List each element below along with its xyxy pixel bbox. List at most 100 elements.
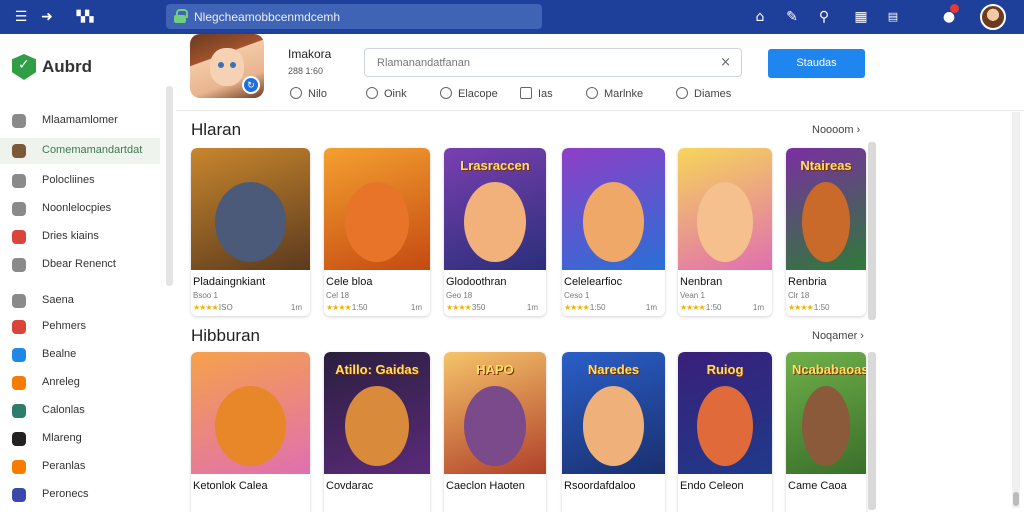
sidebar-item[interactable]: Peranlas [0, 454, 160, 480]
scrollbar-thumb[interactable] [1013, 492, 1019, 506]
game-name: Covdarac [326, 480, 374, 492]
sidebar-item-label: Dbear Renenct [42, 258, 116, 270]
sidebar-item[interactable]: Noonlelocpies [0, 196, 160, 222]
see-more-link[interactable]: Noqamer › [812, 330, 864, 342]
game-thumbnail [562, 148, 665, 270]
game-name: Renbria [788, 276, 827, 288]
game-card[interactable]: Ncababaoas Came Caoa [786, 352, 866, 512]
game-thumbnail: Atillo: Gaidas [324, 352, 430, 474]
game-card[interactable]: HAPO Caeclon Haoten [444, 352, 546, 512]
chat-icon[interactable]: ▤ [884, 8, 902, 26]
game-thumbnail: Lrasraccen [444, 148, 546, 270]
address-url: Nlegcheamobbcenmdcemh [194, 10, 341, 24]
game-card[interactable]: Ntaireas Renbria Clr 18 ★★★★ 1:50 [786, 148, 866, 316]
search-input[interactable]: Rlamanandatfanan × [364, 48, 742, 77]
tab-icon [586, 87, 598, 99]
row-scrollbar[interactable] [868, 142, 876, 320]
character-art [214, 386, 287, 466]
app-icon[interactable]: ↻ [190, 34, 264, 98]
character-art [464, 182, 526, 262]
chevron-right-icon: › [853, 124, 861, 136]
sidebar-item-label: Bealne [42, 348, 77, 360]
character-art [802, 182, 850, 262]
primary-button[interactable]: Staudas [768, 49, 865, 78]
game-name: Nenbran [680, 276, 723, 288]
user-avatar[interactable] [980, 4, 1006, 30]
sidebar-item[interactable]: Calonlas [0, 398, 160, 424]
sidebar-item[interactable]: Mlareng [0, 426, 160, 452]
sidebar-scrollbar[interactable] [166, 86, 173, 286]
sidebar-item[interactable]: Polocliines [0, 168, 160, 194]
star-icon: ★★★★ [788, 303, 814, 312]
sidebar-item-icon [12, 432, 26, 446]
game-card[interactable]: Naredes Rsoordafdaloo [562, 352, 665, 512]
sidebar-item[interactable]: Pehmers [0, 314, 160, 340]
character-art [696, 182, 754, 262]
game-name: Cele bloa [326, 276, 373, 288]
game-size: 1m [526, 303, 538, 312]
game-art-title: Ntaireas [800, 158, 852, 173]
game-rating: ★★★★ 1:50 [680, 303, 722, 312]
tab[interactable]: Elacope [440, 87, 498, 103]
tab[interactable]: Ias [520, 87, 553, 103]
sidebar-item-label: Pehmers [42, 320, 87, 332]
game-card[interactable]: Atillo: Gaidas Covdarac [324, 352, 430, 512]
game-card[interactable]: Ketonlok Calea [191, 352, 310, 512]
sidebar-item[interactable]: Peronecs [0, 482, 160, 508]
game-art-title: Lrasraccen [460, 158, 530, 173]
tab[interactable]: Nilo [290, 87, 327, 103]
game-name: Rsoordafdaloo [564, 480, 636, 492]
game-thumbnail: Ncababaoas [786, 352, 866, 474]
character-art [582, 182, 645, 262]
game-card[interactable]: Ruiog Endo Celeon [678, 352, 772, 512]
sidebar-item[interactable]: Anreleg [0, 370, 160, 396]
game-thumbnail [191, 148, 310, 270]
edit-icon[interactable]: ✎ [783, 8, 801, 26]
sidebar-item[interactable]: Dbear Renenct [0, 252, 160, 278]
rating-value: 1:50 [589, 303, 606, 312]
table-icon[interactable]: ▦ [852, 8, 870, 26]
game-card[interactable]: Celelearfioc Ceso 1 ★★★★ 1:50 1m [562, 148, 665, 316]
game-name: Endo Celeon [680, 480, 744, 492]
logo-icon [12, 54, 36, 80]
game-size: 1m [290, 303, 302, 312]
tab[interactable]: Oink [366, 87, 407, 103]
sidebar-item[interactable]: Mlaamamlomer [0, 108, 160, 134]
sidebar-item-icon [12, 202, 26, 216]
game-meta: Geo 18 [446, 291, 473, 300]
sidebar-item-icon [12, 348, 26, 362]
sidebar-item-icon [12, 488, 26, 502]
main-scrollbar[interactable] [1012, 112, 1020, 508]
sidebar-item[interactable]: Comemamandartdat [0, 138, 160, 164]
app-subtitle: 288 1:60 [288, 66, 324, 76]
character-art [345, 386, 409, 466]
sidebar-item[interactable]: Saena [0, 288, 160, 314]
see-more-label: Noqamer [812, 330, 858, 342]
menu-icon[interactable]: ☰ [12, 8, 30, 26]
grid-icon[interactable]: ▚▚ [74, 8, 96, 26]
tab[interactable]: Diames [676, 87, 731, 103]
sidebar-item[interactable]: Dries kiains [0, 224, 160, 250]
sidebar-item-label: Peranlas [42, 460, 86, 472]
game-card[interactable]: Cele bloa Cel 18 ★★★★ 1:50 1m [324, 148, 430, 316]
search-icon[interactable]: ⚲ [815, 8, 833, 26]
game-card[interactable]: Pladaingnkiant Bsoo 1 ★★★★ ISO 1m [191, 148, 310, 316]
game-meta: Vean 1 [680, 291, 705, 300]
see-more-link[interactable]: Noooom › [812, 124, 860, 136]
sidebar-item-label: Peronecs [42, 488, 89, 500]
address-bar[interactable]: Nlegcheamobbcenmdcemh [166, 4, 542, 29]
sidebar-item[interactable]: Bealne [0, 342, 160, 368]
tab-icon [676, 87, 688, 99]
sidebar-item-icon [12, 144, 26, 158]
row-scrollbar[interactable] [868, 352, 876, 510]
home-icon[interactable]: ⌂ [751, 8, 769, 26]
tab-label: Oink [384, 88, 407, 100]
tab[interactable]: Marlnke [586, 87, 643, 103]
section-title: Hlaran [191, 120, 242, 139]
game-card[interactable]: Lrasraccen Glodoothran Geo 18 ★★★★ 350 1m [444, 148, 546, 316]
game-card[interactable]: Nenbran Vean 1 ★★★★ 1:50 1m [678, 148, 772, 316]
arrow-icon[interactable]: ➜ [38, 8, 56, 26]
game-name: Came Caoa [788, 480, 847, 492]
sidebar-item-label: Dries kiains [42, 230, 99, 242]
close-icon[interactable]: × [720, 55, 731, 70]
